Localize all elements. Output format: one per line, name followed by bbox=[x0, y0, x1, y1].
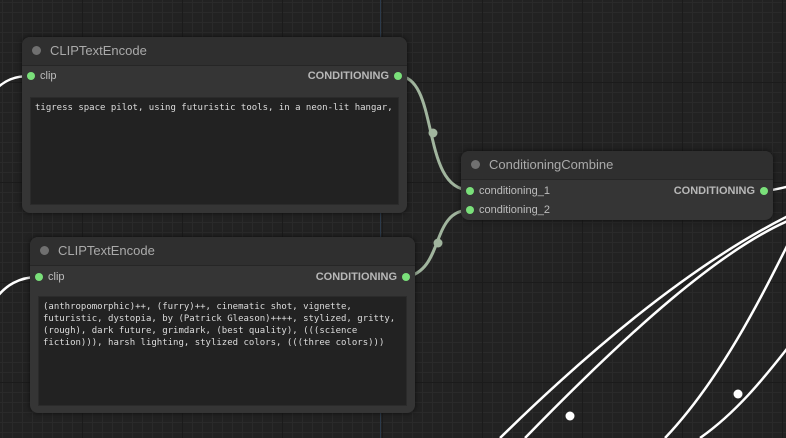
output-slot-conditioning[interactable]: CONDITIONING bbox=[252, 68, 402, 84]
output-slot-conditioning[interactable]: CONDITIONING bbox=[260, 269, 410, 285]
output-slot-conditioning[interactable]: CONDITIONING bbox=[618, 183, 768, 199]
node-title: CLIPTextEncode bbox=[58, 243, 155, 258]
clip-text-encode-node-2[interactable]: CLIPTextEncode clip CONDITIONING (anthro… bbox=[30, 237, 415, 413]
slot-dot-icon[interactable] bbox=[760, 187, 768, 195]
slot-dot-icon[interactable] bbox=[466, 206, 474, 214]
prompt-textarea[interactable]: (anthropomorphic)++, (furry)++, cinemati… bbox=[38, 296, 407, 406]
node-title: ConditioningCombine bbox=[489, 157, 614, 172]
slot-label: CONDITIONING bbox=[307, 70, 389, 82]
node-title-bar[interactable]: ConditioningCombine bbox=[461, 151, 773, 180]
collapse-dot-icon[interactable] bbox=[40, 246, 49, 255]
slot-label: CONDITIONING bbox=[673, 185, 755, 197]
slot-dot-icon[interactable] bbox=[27, 72, 35, 80]
slot-dot-icon[interactable] bbox=[466, 187, 474, 195]
link-conditioning-1-midpoint bbox=[428, 128, 438, 138]
link-bg-4 bbox=[699, 348, 786, 438]
link-conditioning-2-midpoint bbox=[433, 238, 443, 248]
link-bg-2-midpoint bbox=[565, 411, 575, 421]
prompt-textarea[interactable]: tigress space pilot, using futuristic to… bbox=[30, 97, 399, 205]
graph-canvas[interactable]: CLIPTextEncode clip CONDITIONING tigress… bbox=[0, 0, 786, 438]
slot-dot-icon[interactable] bbox=[394, 72, 402, 80]
slot-label: conditioning_2 bbox=[479, 204, 550, 216]
node-title-bar[interactable]: CLIPTextEncode bbox=[22, 37, 407, 66]
link-bg-1 bbox=[499, 215, 786, 438]
link-bg-3-midpoint bbox=[733, 389, 743, 399]
collapse-dot-icon[interactable] bbox=[32, 46, 41, 55]
link-bg-3 bbox=[664, 245, 786, 438]
slot-dot-icon[interactable] bbox=[35, 273, 43, 281]
node-title: CLIPTextEncode bbox=[50, 43, 147, 58]
slot-label: clip bbox=[40, 70, 57, 82]
clip-text-encode-node-1[interactable]: CLIPTextEncode clip CONDITIONING tigress… bbox=[22, 37, 407, 213]
slot-label: conditioning_1 bbox=[479, 185, 550, 197]
link-bg-2 bbox=[524, 220, 786, 438]
slot-label: CONDITIONING bbox=[315, 271, 397, 283]
link-conditioning-2 bbox=[405, 208, 471, 279]
link-conditioning-1 bbox=[397, 74, 471, 192]
conditioning-combine-node[interactable]: ConditioningCombine conditioning_1 condi… bbox=[461, 151, 773, 220]
slot-label: clip bbox=[48, 271, 65, 283]
slot-dot-icon[interactable] bbox=[402, 273, 410, 281]
collapse-dot-icon[interactable] bbox=[471, 160, 480, 169]
node-title-bar[interactable]: CLIPTextEncode bbox=[30, 237, 415, 266]
